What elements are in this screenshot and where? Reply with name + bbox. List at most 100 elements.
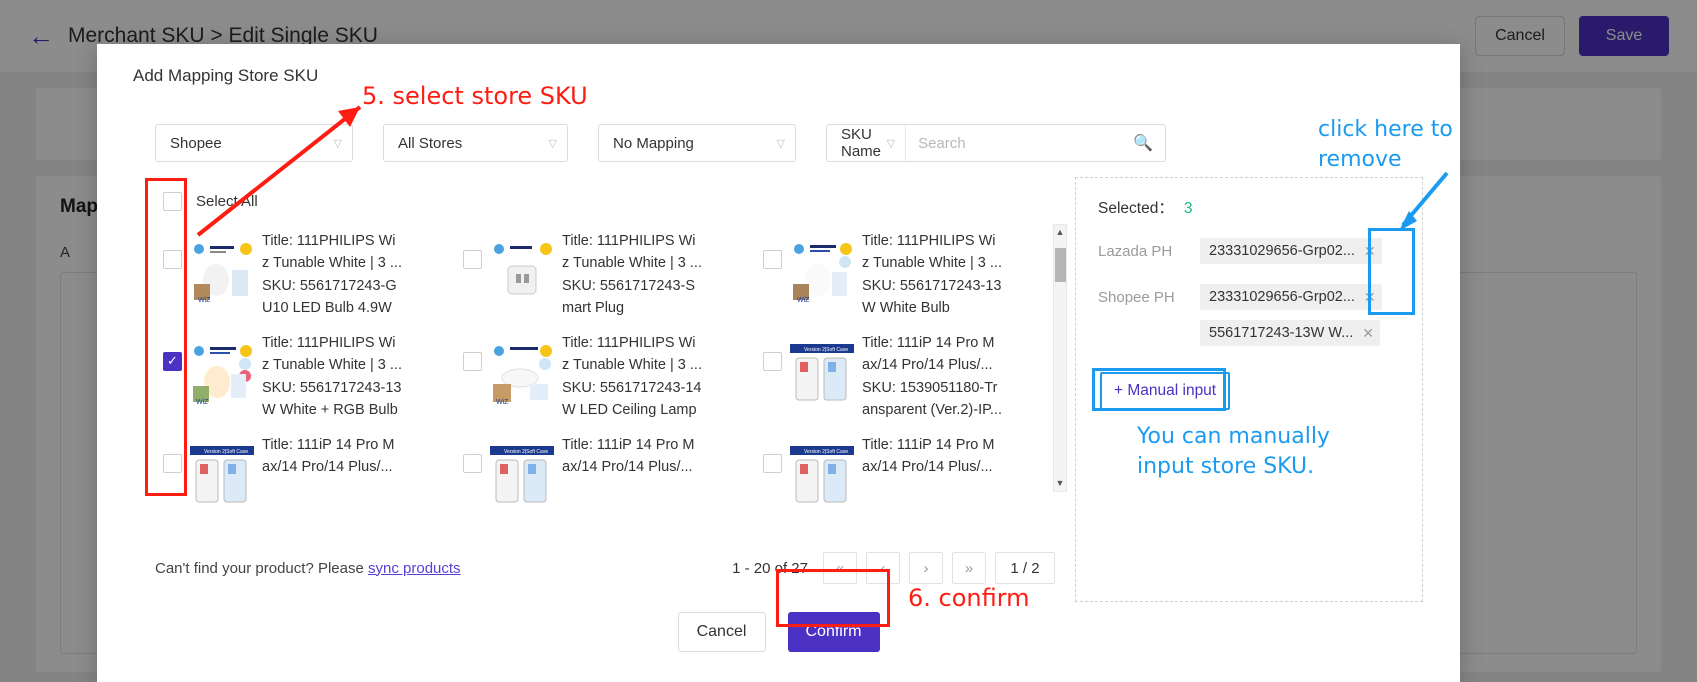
product-thumbnail: Version 2|Soft Case (490, 443, 554, 508)
modal-footer: Cancel Confirm (97, 612, 1460, 652)
product-item[interactable]: Version 2|Soft Case Title: 111iP 14 Pro … (455, 428, 755, 514)
product-item[interactable]: Title: 111PHILIPS Wi z Tunable White | 3… (455, 224, 755, 326)
product-item[interactable]: Version 2|Soft Case Title: 111iP 14 Pro … (155, 428, 455, 514)
platform-select-value: Shopee (170, 134, 222, 152)
product-thumbnail: Version 2|Soft Case (190, 443, 254, 508)
close-icon[interactable]: ✕ (1364, 289, 1376, 306)
product-text: Title: 111PHILIPS Wi z Tunable White | 3… (262, 230, 402, 320)
product-checkbox[interactable] (463, 250, 482, 269)
chevron-down-icon: ▽ (333, 137, 342, 150)
product-title-line2: z Tunable White | 3 ... (562, 255, 702, 272)
product-list-scrollbar[interactable]: ▲ ▼ (1053, 224, 1067, 492)
selected-sku-value: 23331029656-Grp02... (1209, 243, 1355, 259)
svg-text:Version 2|Soft Case: Version 2|Soft Case (804, 449, 848, 455)
svg-text:WiZ: WiZ (797, 297, 810, 304)
svg-text:Version 2|Soft Case: Version 2|Soft Case (804, 347, 848, 353)
product-item[interactable]: WiZ Title: 111PHILIPS Wi z Tunable White… (455, 326, 755, 428)
svg-text:Version 2|Soft Case: Version 2|Soft Case (204, 449, 248, 455)
product-sku-line1: SKU: 5561717243-G (262, 277, 397, 294)
close-icon[interactable]: ✕ (1362, 325, 1374, 342)
svg-text:WiZ: WiZ (496, 399, 509, 406)
select-all-label: Select All (196, 192, 258, 210)
platform-select[interactable]: Shopee ▽ (155, 124, 353, 162)
mapping-status-value: No Mapping (613, 134, 694, 152)
selected-sku-value: 5561717243-13W W... (1209, 325, 1354, 341)
svg-text:WiZ: WiZ (198, 297, 211, 304)
product-text: Title: 111PHILIPS Wi z Tunable White | 3… (562, 332, 702, 422)
product-checkbox[interactable]: ✓ (163, 351, 182, 371)
chevron-down-icon: ▽ (776, 137, 785, 150)
product-item[interactable]: WiZ Title: 111PHILIPS Wi z Tunable White… (155, 224, 455, 326)
mapping-status-select[interactable]: No Mapping ▽ (598, 124, 796, 162)
pagination-last-button[interactable]: » (952, 552, 986, 584)
product-checkbox[interactable] (163, 250, 182, 269)
product-sku-line2: mart Plug (562, 300, 625, 317)
product-item[interactable]: Version 2|Soft Case Title: 111iP 14 Pro … (755, 326, 1055, 428)
product-checkbox[interactable] (163, 453, 182, 473)
select-all-checkbox[interactable] (163, 191, 182, 211)
chevron-down-icon: ▽ (886, 137, 896, 150)
product-sku-line1: SKU: 5561717243-13 (262, 379, 402, 396)
product-checkbox[interactable] (463, 351, 482, 371)
modal-title: Add Mapping Store SKU (133, 66, 319, 85)
filter-bar: Shopee ▽ All Stores ▽ No Mapping ▽ SKU N… (155, 124, 1166, 162)
product-title-line1: Title: 111PHILIPS Wi (562, 233, 696, 249)
pagination-prev-button[interactable]: ‹ (866, 552, 900, 584)
modal-confirm-button[interactable]: Confirm (787, 612, 880, 652)
pagination-range: 1 - 20 of 27 (732, 559, 808, 577)
modal-cancel-button[interactable]: Cancel (677, 612, 766, 652)
scroll-down-icon[interactable]: ▼ (1056, 476, 1065, 491)
store-select-value: All Stores (398, 134, 463, 152)
product-text: Title: 111iP 14 Pro M ax/14 Pro/14 Plus/… (562, 434, 694, 479)
product-text: Title: 111iP 14 Pro M ax/14 Pro/14 Plus/… (862, 434, 994, 479)
product-title-line2: ax/14 Pro/14 Plus/... (262, 459, 393, 476)
product-title-line1: Title: 111iP 14 Pro M (862, 334, 995, 351)
product-sku-line1: SKU: 1539051180-Tr (862, 379, 998, 396)
product-item[interactable]: WiZ Title: 111PHILIPS Wi z Tunable White… (755, 224, 1055, 326)
scroll-up-icon[interactable]: ▲ (1056, 225, 1065, 240)
product-checkbox[interactable] (763, 453, 782, 473)
pagination-next-button[interactable]: › (909, 552, 943, 584)
product-text: Title: 111PHILIPS Wi z Tunable White | 3… (862, 230, 1002, 320)
search-input[interactable] (906, 125, 1130, 161)
search-type-select[interactable]: SKU Name ▽ (827, 125, 907, 161)
product-thumbnail: Version 2|Soft Case (790, 443, 854, 508)
svg-text:Version 2|Soft Case: Version 2|Soft Case (504, 449, 548, 455)
list-footer: Can't find your product? Please sync pro… (155, 552, 1055, 584)
product-title-line2: z Tunable White | 3 ... (562, 357, 702, 374)
manual-input-button[interactable]: + Manual input (1100, 372, 1231, 410)
product-checkbox[interactable] (763, 351, 782, 371)
pagination-page-indicator[interactable]: 1 / 2 (995, 552, 1055, 584)
search-icon[interactable]: 🔍 (1129, 133, 1165, 153)
select-all-row[interactable]: Select All (155, 184, 1055, 218)
selected-sku-tag: 23331029656-Grp02... ✕ (1200, 284, 1382, 310)
product-checkbox[interactable] (763, 250, 782, 269)
product-title-line2: z Tunable White | 3 ... (262, 255, 402, 272)
sync-hint-text: Can't find your product? Please (155, 559, 368, 577)
product-checkbox[interactable] (463, 453, 482, 473)
product-item[interactable]: ✓ WiZ Title: 111PHILIPS Wi z Tunable Whi… (155, 326, 455, 428)
selected-sku-tag: 5561717243-13W W... ✕ (1200, 320, 1381, 346)
product-title-line2: ax/14 Pro/14 Plus/... (862, 357, 993, 374)
search-type-value: SKU Name (841, 126, 882, 160)
selected-store-label: Lazada PH (1098, 242, 1173, 260)
close-icon[interactable]: ✕ (1364, 243, 1376, 260)
sync-products-link[interactable]: sync products (368, 560, 461, 577)
product-title-line1: Title: 111PHILIPS Wi (862, 233, 996, 249)
scrollbar-thumb[interactable] (1054, 248, 1066, 282)
selected-sku-row: 5561717243-13W W... ✕ (1098, 320, 1400, 346)
product-item[interactable]: Version 2|Soft Case Title: 111iP 14 Pro … (755, 428, 1055, 514)
product-text: Title: 111iP 14 Pro M ax/14 Pro/14 Plus/… (262, 434, 394, 479)
selected-sku-tag: 23331029656-Grp02... ✕ (1200, 238, 1382, 264)
product-title-line1: Title: 111PHILIPS Wi (562, 334, 696, 351)
product-thumbnail: Version 2|Soft Case (790, 341, 854, 406)
product-text: Title: 111PHILIPS Wi z Tunable White | 3… (562, 230, 702, 320)
pagination-first-button[interactable]: « (823, 552, 857, 584)
product-text: Title: 111PHILIPS Wi z Tunable White | 3… (262, 332, 402, 422)
selected-store-label: Shopee PH (1098, 288, 1175, 306)
store-select[interactable]: All Stores ▽ (383, 124, 568, 162)
product-sku-line1: SKU: 5561717243-13 (862, 277, 1002, 294)
product-sku-line2: ansparent (Ver.2)-IP... (862, 402, 1002, 419)
product-sku-line1: SKU: 5561717243-S (562, 277, 696, 294)
product-sku-line2: W LED Ceiling Lamp (562, 402, 697, 419)
